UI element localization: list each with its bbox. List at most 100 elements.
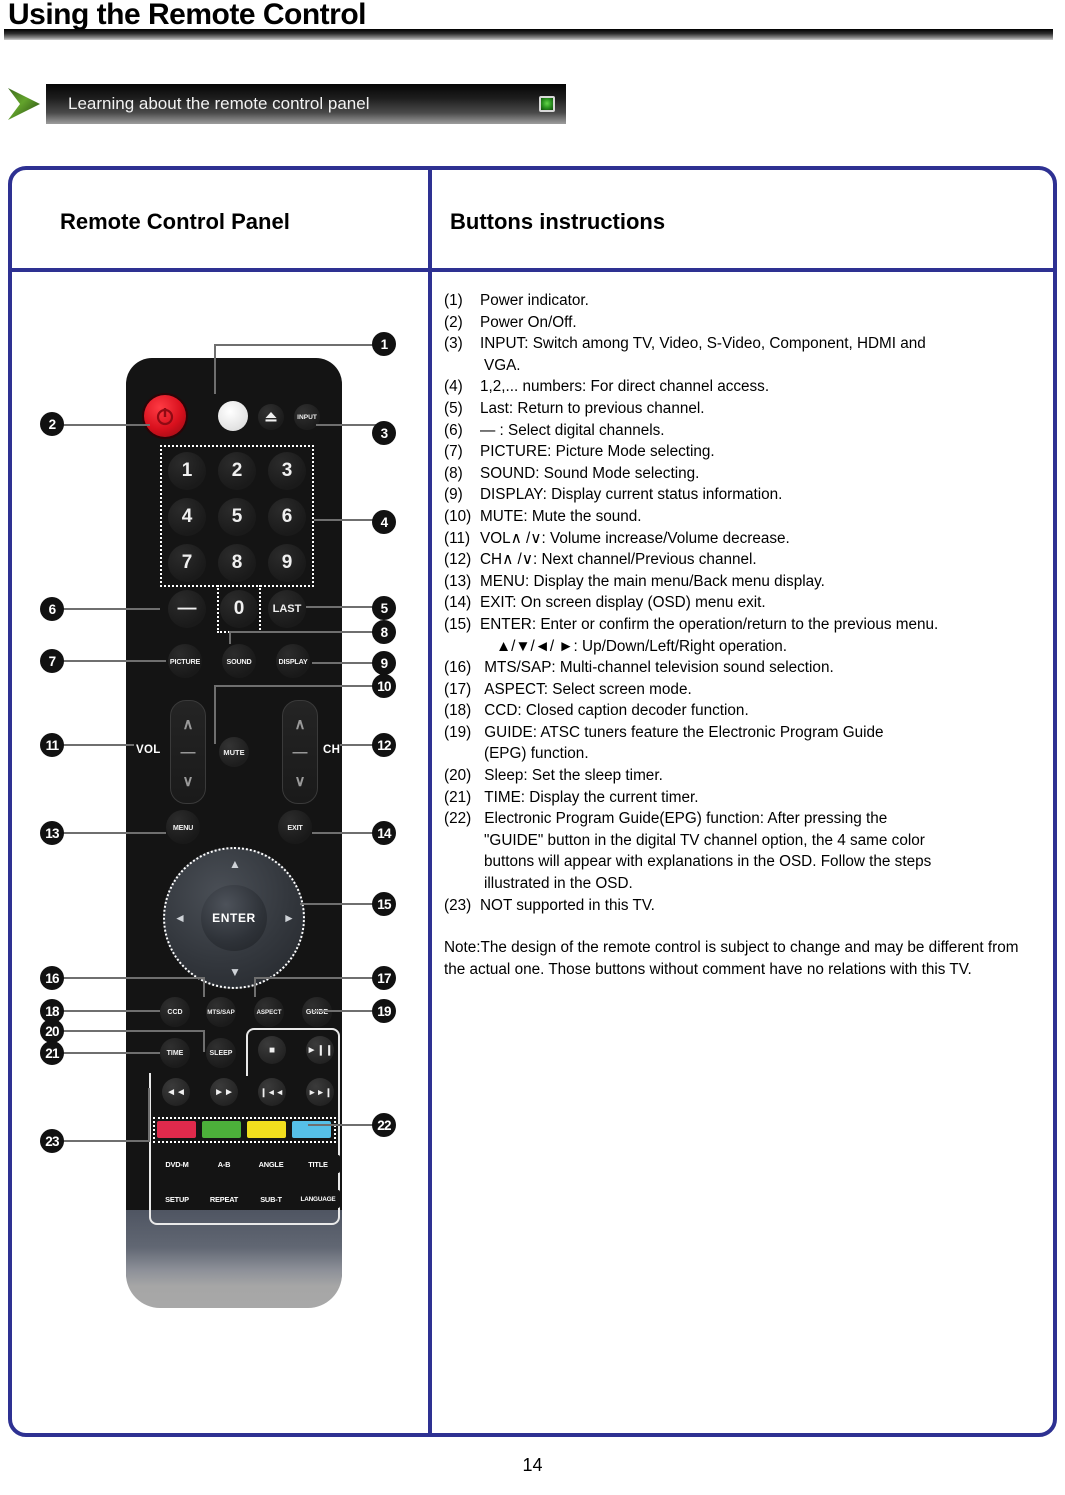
sound-button[interactable]: SOUND bbox=[222, 644, 256, 678]
nav-up-icon[interactable]: ▲ bbox=[229, 857, 241, 871]
channel-rocker[interactable]: ∧ — ∨ bbox=[282, 700, 318, 804]
instruction-item: (15) ENTER: Enter or confirm the operatio… bbox=[444, 614, 1044, 636]
input-button[interactable]: INPUT bbox=[294, 404, 320, 430]
leader-line-18 bbox=[62, 1010, 160, 1012]
instruction-text: VOL∧ /∨: Volume increase/Volume decrease… bbox=[480, 529, 790, 547]
callout-3: 3 bbox=[372, 421, 396, 445]
column-header-buttons-instructions: Buttons instructions bbox=[450, 209, 666, 234]
title-button[interactable]: TITLE bbox=[296, 1155, 340, 1173]
instruction-text: CH∧ /∨: Next channel/Previous channel. bbox=[480, 551, 757, 569]
green-chevron-icon bbox=[8, 88, 40, 120]
rewind-button[interactable]: ◄◄ bbox=[162, 1078, 190, 1106]
instruction-item: (19) GUIDE: ATSC tuners feature the Elec… bbox=[444, 722, 1044, 744]
instruction-text: MENU: Display the main menu/Back menu di… bbox=[480, 572, 825, 590]
dvd-menu-button[interactable]: DVD-M bbox=[155, 1155, 199, 1173]
play-pause-button[interactable]: ►❙❙ bbox=[306, 1036, 334, 1064]
number-key-8[interactable]: 8 bbox=[218, 544, 256, 582]
instruction-number: (10) bbox=[444, 507, 472, 525]
fast-forward-button[interactable]: ►► bbox=[210, 1078, 238, 1106]
color-button-red[interactable] bbox=[157, 1121, 196, 1138]
number-key-1[interactable]: 1 bbox=[168, 452, 206, 490]
instructions-list: (1) Power indicator. (2) Power On/Off. (3) IN… bbox=[444, 290, 1044, 980]
instruction-item: (14) EXIT: On screen display (OSD) menu e… bbox=[444, 592, 1044, 614]
page-number: 14 bbox=[522, 1455, 543, 1475]
instruction-text: GUIDE: ATSC tuners feature the Electroni… bbox=[480, 723, 884, 741]
previous-track-button[interactable]: ❙◄◄ bbox=[258, 1078, 286, 1106]
instruction-number: (9) bbox=[444, 486, 463, 504]
subtitle-button[interactable]: SUB-T bbox=[249, 1190, 293, 1208]
leader-line-13 bbox=[62, 832, 166, 834]
nav-left-icon[interactable]: ◄ bbox=[174, 911, 186, 925]
stop-button[interactable]: ■ bbox=[258, 1036, 286, 1064]
instruction-item: (20) Sleep: Set the sleep timer. bbox=[444, 765, 1044, 787]
guide-button[interactable]: GUIDE bbox=[302, 997, 332, 1027]
callout-1: 1 bbox=[372, 332, 396, 356]
number-key-3[interactable]: 3 bbox=[268, 452, 306, 490]
setup-button[interactable]: SETUP bbox=[155, 1190, 199, 1208]
sleep-button[interactable]: SLEEP bbox=[206, 1038, 236, 1068]
instruction-continuation: (EPG) function. bbox=[484, 745, 589, 763]
column-divider bbox=[428, 166, 432, 1437]
callout-9: 9 bbox=[372, 651, 396, 675]
language-button[interactable]: LANGUAGE bbox=[296, 1190, 340, 1208]
instruction-item: (2) Power On/Off. bbox=[444, 312, 1044, 334]
ccd-button[interactable]: CCD bbox=[160, 997, 190, 1027]
instruction-number: (11) bbox=[444, 529, 471, 547]
banner-label: Learning about the remote control panel bbox=[68, 94, 370, 113]
time-button[interactable]: TIME bbox=[160, 1038, 190, 1068]
callout-11: 11 bbox=[40, 733, 64, 757]
aspect-button[interactable]: ASPECT bbox=[254, 997, 284, 1027]
repeat-button[interactable]: REPEAT bbox=[202, 1190, 246, 1208]
leader-line-16v bbox=[203, 977, 205, 997]
mts-sap-button[interactable]: MTS/SAP bbox=[206, 997, 236, 1027]
instruction-number: (20) bbox=[444, 767, 472, 785]
nav-down-icon[interactable]: ▼ bbox=[229, 965, 241, 979]
instruction-text: SOUND: Sound Mode selecting. bbox=[480, 464, 700, 482]
instruction-item: (6) — : Select digital channels. bbox=[444, 420, 1044, 442]
enter-button[interactable]: ENTER bbox=[201, 885, 267, 951]
instruction-continuation: buttons will appear with explanations in… bbox=[484, 853, 932, 871]
instruction-number: (14) bbox=[444, 594, 472, 612]
nav-right-icon[interactable]: ► bbox=[283, 911, 295, 925]
angle-button[interactable]: ANGLE bbox=[249, 1155, 293, 1173]
instruction-number: (8) bbox=[444, 464, 463, 482]
next-track-button[interactable]: ►►❙ bbox=[306, 1078, 334, 1106]
navigation-pad[interactable]: ▲ ▼ ◄ ► ENTER bbox=[163, 847, 305, 989]
ab-repeat-button[interactable]: A-B bbox=[202, 1155, 246, 1173]
channel-up-icon[interactable]: ∧ bbox=[295, 715, 306, 733]
number-key-5[interactable]: 5 bbox=[218, 498, 256, 536]
number-key-0[interactable]: 0 bbox=[220, 590, 258, 628]
instruction-item: (21) TIME: Display the current timer. bbox=[444, 787, 1044, 809]
number-key-7[interactable]: 7 bbox=[168, 544, 206, 582]
menu-button[interactable]: MENU bbox=[166, 810, 200, 844]
exit-button[interactable]: EXIT bbox=[278, 810, 312, 844]
dash-key[interactable]: — bbox=[168, 590, 206, 628]
instruction-number: (5) bbox=[444, 399, 463, 417]
power-icon[interactable] bbox=[144, 395, 186, 437]
instruction-number: (12) bbox=[444, 551, 472, 569]
volume-rocker[interactable]: ∧ — ∨ bbox=[170, 700, 206, 804]
channel-down-icon[interactable]: ∨ bbox=[295, 772, 306, 790]
leader-line-10 bbox=[214, 685, 374, 687]
power-glyph bbox=[156, 408, 174, 426]
volume-up-icon[interactable]: ∧ bbox=[183, 715, 194, 733]
instruction-text: ASPECT: Select screen mode. bbox=[480, 680, 692, 698]
leader-line-2 bbox=[62, 424, 150, 426]
number-key-2[interactable]: 2 bbox=[218, 452, 256, 490]
color-button-green[interactable] bbox=[202, 1121, 241, 1138]
instruction-text: 1,2,... numbers: For direct channel acce… bbox=[480, 378, 770, 396]
picture-button[interactable]: PICTURE bbox=[168, 644, 202, 678]
display-button[interactable]: DISPLAY bbox=[276, 644, 310, 678]
number-key-9[interactable]: 9 bbox=[268, 544, 306, 582]
color-button-yellow[interactable] bbox=[247, 1121, 286, 1138]
volume-down-icon[interactable]: ∨ bbox=[183, 772, 194, 790]
mute-button[interactable]: MUTE bbox=[219, 737, 249, 767]
last-button[interactable]: LAST bbox=[268, 590, 306, 628]
eject-icon[interactable] bbox=[258, 404, 284, 430]
instruction-number: (19) bbox=[444, 723, 472, 741]
instruction-item: (8) SOUND: Sound Mode selecting. bbox=[444, 463, 1044, 485]
leader-line-20 bbox=[62, 1030, 204, 1032]
leader-line-9 bbox=[312, 662, 376, 664]
number-key-6[interactable]: 6 bbox=[268, 498, 306, 536]
number-key-4[interactable]: 4 bbox=[168, 498, 206, 536]
